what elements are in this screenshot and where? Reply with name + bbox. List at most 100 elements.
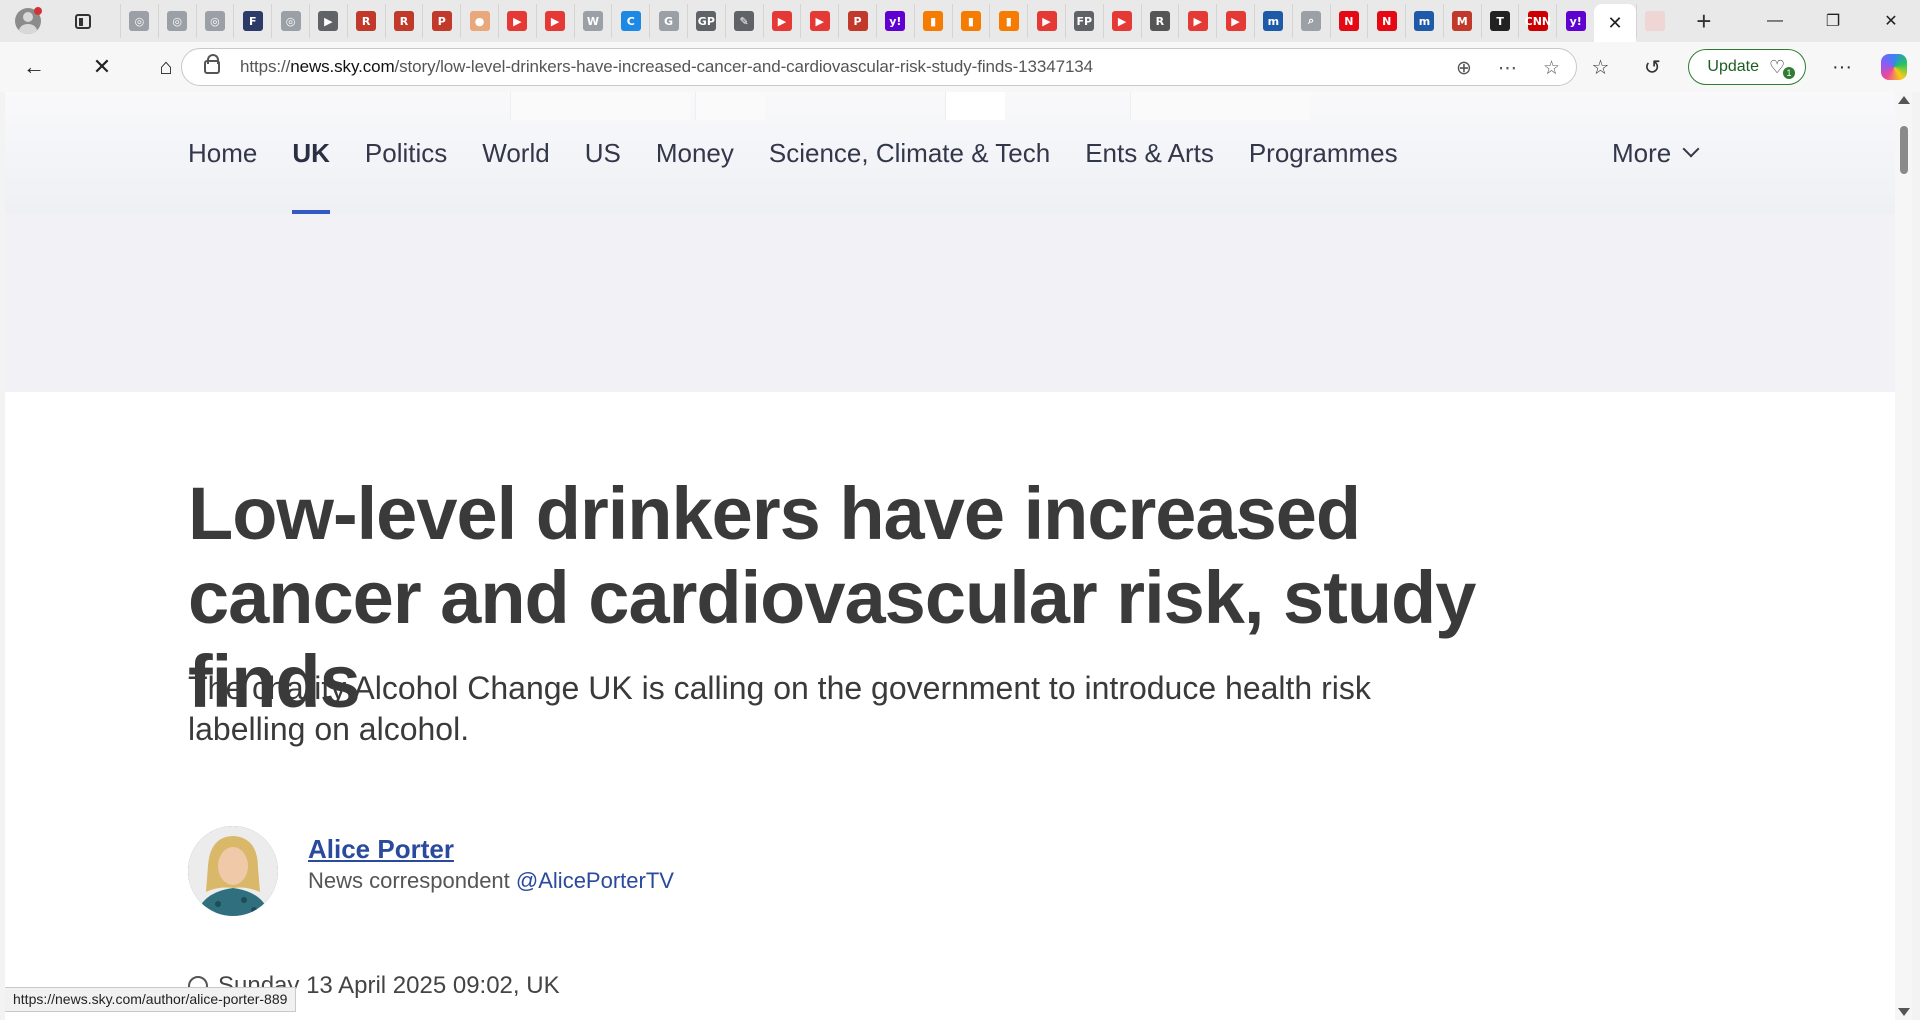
more-menu-icon[interactable]: ··· <box>1816 42 1868 92</box>
minimize-button[interactable]: — <box>1746 0 1804 42</box>
browser-tab[interactable]: ◎ <box>157 4 196 38</box>
tab-list: ◎ ◎ ◎ F ◎ ▶ R R P ● ▶ ▶ W C G GP ✎ ▶ ▶ Py! ▮ ▮ ▮ ▶ FP ▶ R ▶ ▶ m ⌕ N Nm M T… <box>120 0 1674 42</box>
youtube-icon: ▶ <box>771 11 792 31</box>
browser-tab[interactable]: FP <box>1064 4 1103 38</box>
nav-item-uk[interactable]: UK <box>292 92 330 214</box>
r-icon: R <box>1149 11 1170 31</box>
youtube-icon: ▶ <box>1036 11 1057 31</box>
circle-icon: ● <box>469 11 490 31</box>
update-button[interactable]: Update ♡ 1 <box>1688 49 1806 85</box>
new-tab-button[interactable]: + <box>1684 4 1724 38</box>
favorites-icon[interactable]: ☆ <box>1574 42 1626 92</box>
browser-tab[interactable]: m <box>1405 4 1443 38</box>
browser-tab[interactable]: C <box>611 4 649 38</box>
update-label: Update <box>1707 58 1759 75</box>
r-icon: R <box>356 11 377 31</box>
browser-tab[interactable]: ● <box>460 4 498 38</box>
copilot-icon <box>1881 54 1907 80</box>
article-standfirst: The charity Alcohol Change UK is calling… <box>188 670 1371 747</box>
reader-icon[interactable]: ⋯ <box>1498 57 1517 80</box>
home-button[interactable]: ⌂ <box>146 47 186 87</box>
restore-button[interactable]: ❐ <box>1804 0 1862 42</box>
browser-tab[interactable]: ▶ <box>535 4 574 38</box>
browser-tab[interactable]: ▮ <box>951 4 990 38</box>
browser-tab[interactable]: P <box>838 4 876 38</box>
r-icon: R <box>393 11 414 31</box>
author-avatar[interactable] <box>188 826 278 916</box>
browser-tab[interactable]: ▶ <box>1216 4 1254 38</box>
stop-loading-button[interactable]: ✕ <box>82 47 122 87</box>
browser-tab[interactable]: CNN <box>1518 4 1556 38</box>
nav-item-home[interactable]: Home <box>188 92 257 214</box>
browser-tab[interactable]: m <box>1253 4 1292 38</box>
copilot-button[interactable] <box>1868 42 1920 92</box>
nav-item-science-climate-tech[interactable]: Science, Climate & Tech <box>769 92 1050 214</box>
author-name-link[interactable]: Alice Porter <box>308 834 454 865</box>
globe-icon: ◎ <box>280 11 301 31</box>
author-twitter-link[interactable]: @AlicePorterTV <box>516 868 674 893</box>
browser-tab[interactable]: N <box>1329 4 1368 38</box>
browser-tab[interactable] <box>1636 4 1674 38</box>
browser-tab[interactable]: y! <box>1556 4 1594 38</box>
browser-tab[interactable]: ▮ <box>913 4 952 38</box>
browser-tab[interactable]: G <box>649 4 687 38</box>
nav-item-ents-arts[interactable]: Ents & Arts <box>1085 92 1214 214</box>
home-icon: ⌂ <box>159 54 173 79</box>
w-icon: W <box>582 11 603 31</box>
nav-more-label: More <box>1612 137 1672 168</box>
browser-tab[interactable]: ▶ <box>800 4 838 38</box>
scroll-thumb[interactable] <box>1900 126 1908 174</box>
nav-item-us[interactable]: US <box>585 92 621 214</box>
url-text[interactable]: https://news.sky.com/story/low-level-dri… <box>240 57 1093 77</box>
scroll-down-arrow-icon[interactable] <box>1898 1008 1910 1016</box>
yahoo-icon: y! <box>885 11 906 31</box>
nav-item-programmes[interactable]: Programmes <box>1249 92 1398 214</box>
nav-more-button[interactable]: More <box>1612 92 1700 214</box>
browser-tab[interactable]: ▶ <box>1178 4 1216 38</box>
browser-tab[interactable]: W <box>573 4 612 38</box>
browser-tab[interactable]: ◎ <box>195 4 234 38</box>
tab-actions-icon <box>75 13 91 29</box>
search-icon: ⌕ <box>1301 11 1322 31</box>
browser-tab[interactable]: ▶ <box>497 4 536 38</box>
zoom-icon[interactable]: ⊕ <box>1456 57 1472 80</box>
browser-tab[interactable]: R <box>384 4 423 38</box>
browser-tab[interactable]: ▶ <box>308 4 347 38</box>
scroll-up-arrow-icon[interactable] <box>1898 96 1910 104</box>
favorite-star-icon[interactable]: ☆ <box>1543 57 1560 80</box>
browser-tab[interactable]: y! <box>875 4 914 38</box>
profile-avatar-icon[interactable] <box>10 3 46 39</box>
browser-tab[interactable]: ◎ <box>271 4 309 38</box>
history-icon[interactable]: ↺ <box>1626 42 1678 92</box>
nav-item-world[interactable]: World <box>482 92 549 214</box>
browser-tab[interactable]: ✎ <box>724 4 763 38</box>
bookmark-icon: ▮ <box>960 11 981 31</box>
active-tab[interactable]: ✕ <box>1594 4 1637 42</box>
back-arrow-icon: ← <box>23 54 45 79</box>
browser-tab[interactable]: ◎ <box>120 4 158 38</box>
browser-tab[interactable]: F <box>233 4 271 38</box>
tab-actions-button[interactable] <box>66 4 100 38</box>
close-tab-icon[interactable]: ✕ <box>1608 13 1623 34</box>
fox-news-icon: F <box>242 11 263 31</box>
browser-tab[interactable]: ▶ <box>1102 4 1141 38</box>
page-scrollbar[interactable] <box>1895 92 1912 1020</box>
nav-item-money[interactable]: Money <box>656 92 734 214</box>
nav-item-politics[interactable]: Politics <box>365 92 447 214</box>
browser-tab[interactable]: P <box>422 4 460 38</box>
close-window-button[interactable]: ✕ <box>1862 0 1920 42</box>
address-bar[interactable]: https://news.sky.com/story/low-level-dri… <box>181 48 1577 86</box>
browser-tab[interactable]: ▶ <box>762 4 801 38</box>
browser-tab[interactable]: ▶ <box>1027 4 1065 38</box>
browser-tab[interactable]: ⌕ <box>1291 4 1330 38</box>
browser-tab[interactable]: R <box>346 4 385 38</box>
browser-tab[interactable]: T <box>1480 4 1519 38</box>
browser-tab[interactable]: GP <box>686 4 725 38</box>
pen-icon: ✎ <box>734 11 755 31</box>
lock-icon <box>204 54 220 74</box>
browser-tab[interactable]: ▮ <box>989 4 1027 38</box>
back-button[interactable]: ← <box>14 47 54 87</box>
browser-tab[interactable]: N <box>1367 4 1405 38</box>
browser-tab[interactable]: M <box>1442 4 1481 38</box>
browser-tab[interactable]: R <box>1140 4 1179 38</box>
